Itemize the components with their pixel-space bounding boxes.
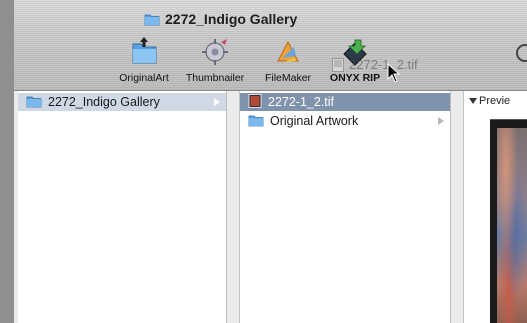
toolbar-item-label: FileMaker — [264, 72, 312, 84]
drag-ghost: 2272-1_2.tif — [332, 57, 418, 72]
list-item-label: 2272_Indigo Gallery — [48, 95, 160, 109]
column-resize-handle[interactable] — [227, 91, 240, 323]
folder-icon — [248, 113, 264, 130]
disclosure-arrow-icon — [214, 98, 220, 106]
tif-file-icon — [332, 57, 344, 72]
browser-column-2: 2272-1_2.tif Original Artwork — [240, 91, 451, 323]
disclosure-triangle-icon — [469, 98, 477, 104]
folder-icon — [126, 34, 162, 70]
preview-column: Previe — [464, 91, 527, 323]
drag-ghost-label: 2272-1_2.tif — [349, 57, 418, 72]
preview-image — [490, 119, 527, 323]
toolbar-item-label: Thumbnailer — [185, 72, 245, 84]
toolbar-originalart-button[interactable]: OriginalArt — [114, 34, 174, 84]
disclosure-arrow-icon — [438, 117, 444, 125]
window-title: 2272_Indigo Gallery — [144, 9, 297, 29]
preview-label: Previe — [479, 95, 511, 107]
toolbar-filemaker-button[interactable]: FileMaker — [260, 34, 316, 84]
thumbnailer-icon — [197, 34, 233, 70]
browser-column-1: 2272_Indigo Gallery — [18, 91, 227, 323]
filemaker-icon — [270, 34, 306, 70]
toolbar-item-label: OriginalArt — [119, 72, 169, 84]
toolbar-thumbnailer-button[interactable]: Thumbnailer — [182, 34, 248, 84]
list-item-indigo-gallery[interactable]: 2272_Indigo Gallery — [18, 93, 226, 111]
column-resize-handle[interactable] — [451, 91, 464, 323]
toolbar: 2272_Indigo Gallery OriginalArt Thumbnai… — [14, 0, 527, 91]
folder-icon — [144, 12, 160, 26]
toolbar-overflow-icon[interactable] — [513, 40, 527, 66]
list-item-label: Original Artwork — [270, 114, 359, 128]
preview-header[interactable]: Previe — [469, 95, 510, 107]
toolbar-item-label: ONYX RIP — [329, 72, 381, 84]
tif-file-icon — [248, 93, 262, 111]
window-title-text: 2272_Indigo Gallery — [165, 11, 298, 27]
finder-window: 2272_Indigo Gallery OriginalArt Thumbnai… — [14, 0, 527, 323]
list-item-tif-file[interactable]: 2272-1_2.tif — [240, 93, 450, 111]
folder-icon — [26, 94, 42, 111]
artwork-thumbnail — [497, 128, 527, 323]
arrow-cursor-icon — [387, 62, 401, 88]
list-item-label: 2272-1_2.tif — [268, 95, 335, 109]
list-item-original-artwork[interactable]: Original Artwork — [240, 112, 450, 130]
